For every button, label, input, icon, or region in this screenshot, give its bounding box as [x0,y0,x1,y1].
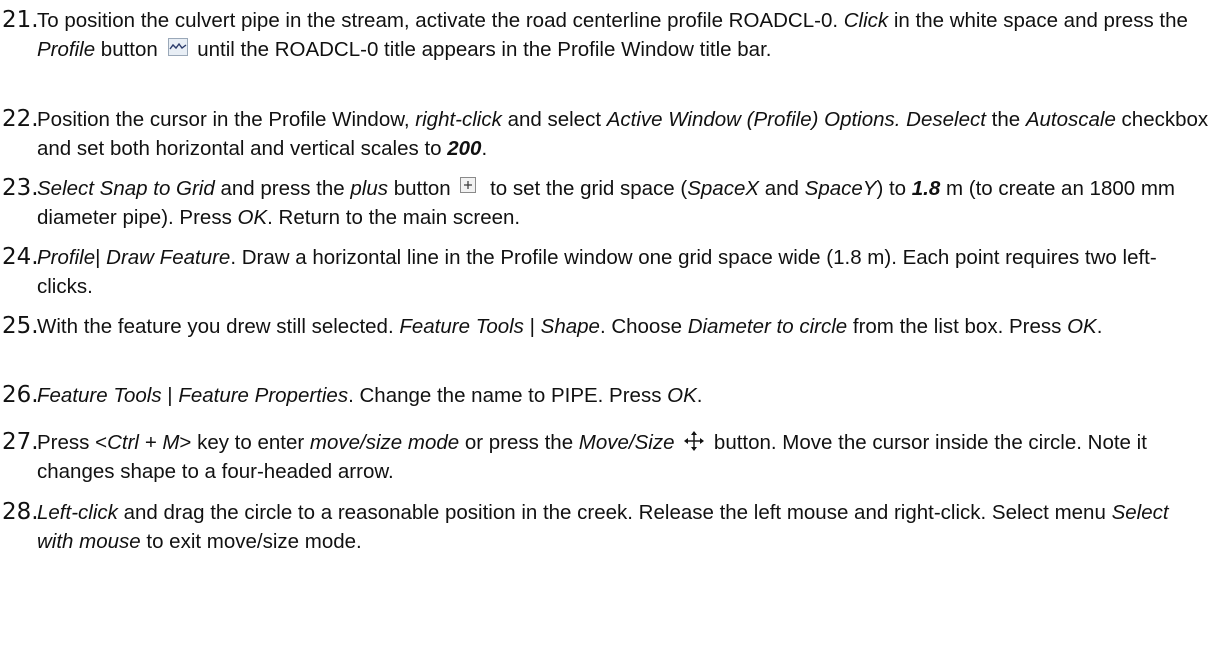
step-text-run: . [481,137,488,160]
step-text-run [675,431,681,454]
step-text-run: | [95,246,107,269]
step-text-run: Feature Tools [399,315,524,338]
step-text: Position the cursor in the Profile Windo… [37,105,1209,163]
step-number: 23. [2,175,39,201]
step-text-run: With the feature you drew still selected… [37,315,400,338]
step-number: 26. [2,382,39,408]
step-text-run: button [388,177,457,200]
step-text-run: Position the cursor in the Profile Windo… [37,108,416,131]
step-text-run: Profile [37,246,96,269]
step-text-run: Click [843,9,889,32]
step-text-run: right-click [415,108,502,131]
step-text-run: To position the culvert pipe in the stre… [37,9,844,32]
step-text-run: . Change the name to PIPE. Press [348,384,668,407]
step-text: Press <Ctrl + M> key to enter move/size … [37,428,1209,486]
step-text-run: OK [667,384,697,407]
step-text-run: until the ROADCL-0 title appears in the … [191,38,772,61]
move-icon [684,431,705,451]
step-number: 27. [2,429,39,455]
step-text-run: SpaceX [687,177,760,200]
step-text: Select Snap to Grid and press the plus b… [37,174,1209,232]
step-text-run: OK [1067,315,1097,338]
step-text: Left-click and drag the circle to a reas… [37,498,1209,556]
instruction-document: 21. To position the culvert pipe in the … [0,0,1215,667]
step-text-run: Ctrl + M [107,431,180,454]
step-number: 25. [2,313,39,339]
plus-icon [460,177,480,197]
profile-icon [167,38,188,58]
step-text-run: to set the grid space ( [484,177,688,200]
step-text-run: . Return to the main screen. [267,206,521,229]
step-text-run: . Choose [599,315,688,338]
step-number: 24. [2,244,39,270]
step-text-run: in the white space and press the [888,9,1188,32]
step-text-run: Feature Tools [37,384,162,407]
step-text-run: plus [350,177,388,200]
step-text: With the feature you drew still selected… [37,312,1209,341]
step-text: To position the culvert pipe in the stre… [37,6,1209,64]
step-text-run: and drag the circle to a reasonable posi… [117,501,1112,524]
step-text-run: or press the [459,431,579,454]
step-text-run: from the list box. Press [847,315,1068,338]
step-number: 21. [2,7,39,33]
step-text-run: and press the [214,177,351,200]
step-text-run: Draw Feature [106,246,231,269]
step-text-run: | [523,315,541,338]
step-text-run: ) to [876,177,912,200]
step-text-run: Profile [37,38,96,61]
step-text-run: SpaceY [804,177,877,200]
step-text-run: Press < [37,431,108,454]
step-text: Profile| Draw Feature. Draw a horizontal… [37,243,1209,301]
step-text-run: the [985,108,1026,131]
step-text-run: Move/Size [578,431,675,454]
step-text-run: Active Window (Profile) Options. Deselec… [606,108,986,131]
step-text-run: and select [501,108,607,131]
step-text-run: Select Snap to Grid [37,177,215,200]
step-text-run: 1.8 [911,177,941,200]
step-text-run: Left-click [37,501,118,524]
step-text-run: . [1096,315,1103,338]
step-text-run: move/size mode [309,431,460,454]
step-text-run: > key to enter [179,431,310,454]
step-text-run: Diameter to circle [687,315,848,338]
step-text-run: OK [237,206,268,229]
step-text-run: and [759,177,805,200]
step-number: 22. [2,106,39,132]
step-text-run: Feature Properties [178,384,349,407]
step-text-run: | [161,384,179,407]
step-text-run: button [95,38,164,61]
step-text-run: 200 [447,137,482,160]
step-text-run: to exit move/size mode. [140,530,362,553]
step-text-run: Shape [540,315,600,338]
step-text-run: Autoscale [1025,108,1116,131]
step-text-run: . [696,384,703,407]
step-number: 28. [2,499,39,525]
step-text: Feature Tools | Feature Properties. Chan… [37,381,1209,410]
